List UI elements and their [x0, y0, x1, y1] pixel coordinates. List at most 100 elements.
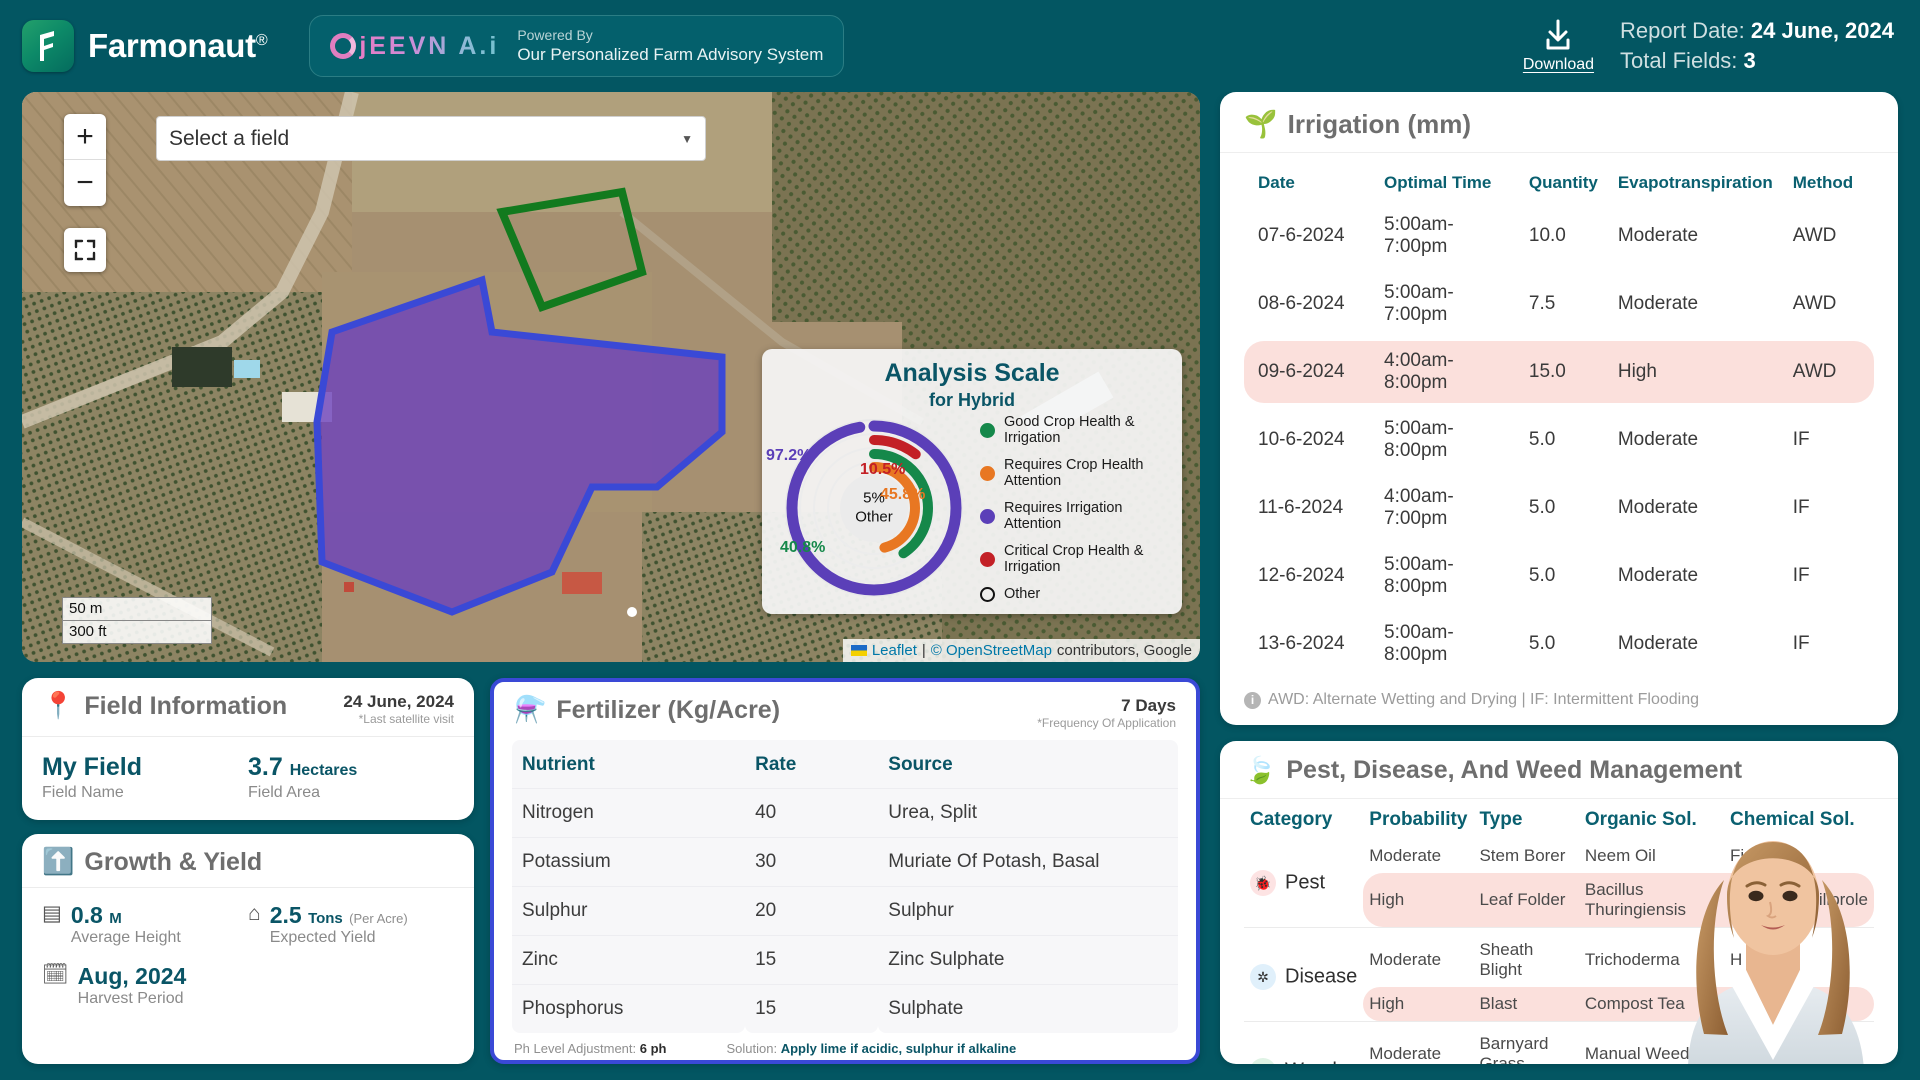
irrigation-col-date: Date [1258, 173, 1295, 192]
average-height-label: Average Height [70, 929, 181, 946]
fertilizer-source: Sulphate [878, 984, 1178, 1033]
fertilizer-header: ⚗️ Fertilizer (Kg/Acre) 7 Days *Frequenc… [494, 682, 1196, 740]
fertilizer-col-rate: Rate [745, 740, 879, 789]
map-zoom-controls[interactable]: + − [64, 114, 106, 206]
table-row: Nitrogen 40 Urea, Split [512, 788, 1178, 838]
disease-organic: Trichoderma [1584, 950, 1680, 969]
irrigation-col-evapotranspiration: Evapotranspiration [1617, 173, 1773, 192]
center-value: 5% [863, 489, 885, 507]
attrib-rest: contributors, Google [1056, 642, 1192, 659]
irrigation-evapotranspiration: Moderate [1617, 565, 1699, 586]
field-name-label: Field Name [42, 784, 124, 801]
pest-category-cell: 🐞 Pest [1244, 839, 1363, 927]
field-information-date-note: *Last satellite visit [358, 712, 454, 726]
leaflet-flag-icon [850, 645, 867, 656]
irrigation-evapotranspiration: Moderate [1617, 293, 1699, 314]
jeevn-powered-by: Powered By [517, 26, 593, 43]
legend-label-other: Other [1004, 586, 1041, 602]
irrigation-table-header-row: Date Optimal Time Quantity Evapotranspir… [1244, 163, 1874, 199]
fertilizer-col-nutrient: Nutrient [512, 740, 746, 789]
zoom-in-button[interactable]: + [64, 114, 106, 160]
table-row: Sulphur 20 Sulphur [512, 886, 1178, 936]
zoom-out-button[interactable]: − [64, 160, 106, 206]
openstreetmap-link[interactable]: © OpenStreetMap [931, 642, 1052, 659]
pest-title: Pest, Disease, And Weed Management [1286, 756, 1743, 784]
pest-table-header-row: Category Probability Type Organic Sol. C… [1244, 801, 1874, 839]
pest-probability: High [1363, 873, 1474, 927]
fertilizer-rate: 15 [745, 935, 879, 985]
download-label[interactable]: Download [1523, 56, 1594, 74]
pest-col-type: Type [1479, 809, 1523, 830]
growth-yield-card: ⬆️ Growth & Yield ▤ 0.8 M Average Height… [22, 834, 474, 1064]
harvest-period-value: Aug, 2024 [77, 963, 187, 989]
fertilizer-table-header-row: Nutrient Rate Source [512, 740, 1178, 789]
fertilizer-col-source: Source [878, 740, 1178, 789]
analysis-subtitle: for Hybrid [928, 390, 1015, 410]
table-row: 13-6-2024 5:00am-8:00pm 5.0 Moderate IF [1244, 613, 1874, 675]
info-icon: i [1244, 691, 1261, 709]
irrigation-evapotranspiration: Moderate [1617, 225, 1699, 246]
radial-center-label: 5% Other [774, 489, 974, 527]
info-column: 📍 Field Information 24 June, 2024 *Last … [22, 678, 474, 1064]
report-date-row: Report Date: 24 June, 2024 [1620, 16, 1894, 46]
fertilizer-rate: 40 [745, 788, 879, 838]
irrigation-evapotranspiration: Moderate [1617, 633, 1699, 654]
fertilizer-nutrient: Zinc [512, 935, 746, 985]
virus-icon: ✲ [1250, 964, 1276, 990]
fertilizer-rate: 20 [745, 886, 879, 936]
fertilizer-nutrient: Nitrogen [512, 788, 746, 838]
table-row: 11-6-2024 4:00am-7:00pm 5.0 Moderate IF [1244, 477, 1874, 539]
brand: Farmonaut® [22, 20, 268, 72]
irrigation-date: 12-6-2024 [1258, 565, 1345, 586]
irrigation-method: IF [1792, 497, 1810, 518]
irrigation-method: IF [1792, 565, 1810, 586]
seedling-icon: 🌱 [1244, 109, 1278, 139]
report-meta: Report Date: 24 June, 2024 Total Fields:… [1620, 16, 1894, 75]
expected-yield-stat: ⌂ 2.5 Tons (Per Acre) Expected Yield [248, 902, 454, 947]
leaflet-link[interactable]: Leaflet [872, 642, 917, 659]
fullscreen-icon[interactable] [64, 228, 106, 272]
growth-yield-row-1: ▤ 0.8 M Average Height ⌂ 2.5 Tons (Per A… [42, 902, 454, 947]
field-information-body: My Field Field Name 3.7 Hectares Field A… [22, 737, 474, 820]
pest-organic: Bacillus Thuringiensis [1578, 873, 1725, 927]
field-select-dropdown[interactable]: Select a field ▼ [156, 116, 706, 161]
ph-solution-value[interactable]: Apply lime if acidic, sulphur if alkalin… [781, 1041, 1017, 1056]
table-row: 08-6-2024 5:00am-7:00pm 7.5 Moderate AWD [1244, 273, 1874, 335]
report-date-value: 24 June, 2024 [1750, 18, 1894, 44]
total-fields-label: Total Fields: [1620, 48, 1738, 73]
irrigation-date: 13-6-2024 [1258, 633, 1345, 654]
map-fullscreen-control[interactable] [64, 228, 106, 272]
growth-yield-header: ⬆️ Growth & Yield [22, 834, 474, 888]
satellite-map[interactable]: + − Select a field ▼ 50 m 300 ft Leaflet… [22, 92, 1200, 662]
app-header: Farmonaut® jEEVN A.i Powered By Our Pers… [0, 0, 1920, 92]
irrigation-table-wrap: Date Optimal Time Quantity Evapotranspir… [1220, 153, 1898, 681]
download-button[interactable]: Download [1523, 18, 1594, 74]
fertilizer-frequency-value: 7 Days [1121, 696, 1176, 715]
table-row: 09-6-2024 4:00am-8:00pm 15.0 High AWD [1244, 341, 1874, 403]
growth-yield-body: ▤ 0.8 M Average Height ⌂ 2.5 Tons (Per A… [22, 888, 474, 1024]
pest-table: Category Probability Type Organic Sol. C… [1244, 801, 1874, 1064]
fertilizer-source: Muriate Of Potash, Basal [878, 837, 1178, 887]
irrigation-method: AWD [1778, 341, 1874, 403]
irrigation-quantity: 5.0 [1528, 633, 1556, 654]
irrigation-method: IF [1792, 429, 1810, 450]
disease-type: Sheath Blight [1479, 940, 1534, 979]
growth-arrow-icon: ⬆️ [42, 846, 75, 876]
scale-imperial: 300 ft [62, 619, 212, 644]
table-row: Phosphorus 15 Sulphate [512, 984, 1178, 1033]
expected-yield-label: Expected Yield [269, 929, 376, 946]
pest-chemical: Chlorantraniliprole [1724, 873, 1874, 927]
fertilizer-rate: 30 [745, 837, 879, 887]
jeevn-wordmark: jEEVN A.i [359, 31, 500, 60]
irrigation-evapotranspiration: Moderate [1617, 429, 1699, 450]
leaf-bug-icon: 🍃 [1244, 755, 1277, 785]
report-date-label: Report Date: [1620, 18, 1745, 44]
average-height-stat: ▤ 0.8 M Average Height [42, 902, 248, 947]
legend-label-critical: Critical Crop Health & Irrigation [1004, 543, 1144, 575]
total-fields-value: 3 [1743, 48, 1756, 73]
jeevn-ai-badge[interactable]: jEEVN A.i Powered By Our Personalized Fa… [309, 15, 845, 77]
ruler-icon: ▤ [42, 902, 62, 925]
fertilizer-source: Sulphur [878, 886, 1178, 936]
disease-type: Blast [1473, 987, 1579, 1021]
harvest-period-label: Harvest Period [77, 990, 184, 1007]
